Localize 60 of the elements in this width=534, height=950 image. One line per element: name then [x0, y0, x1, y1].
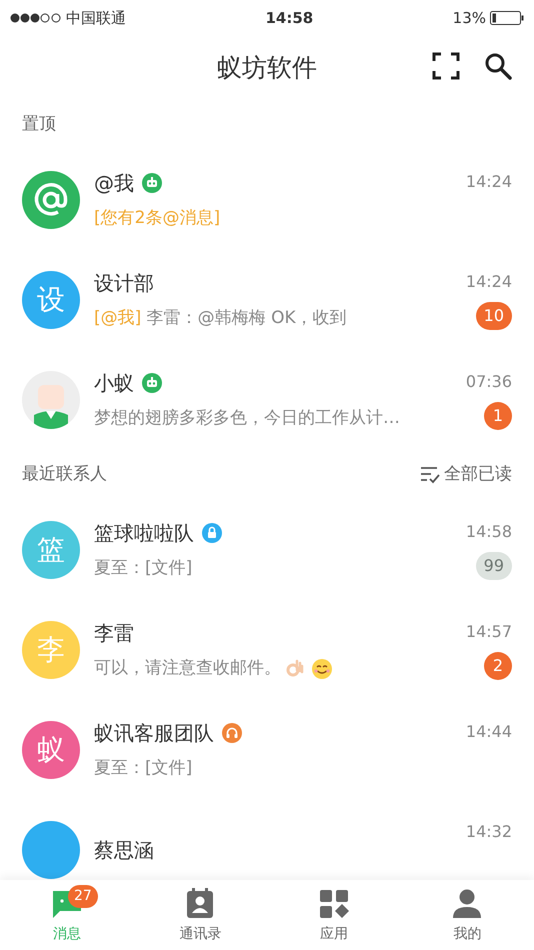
- message-time: 14:57: [466, 621, 512, 643]
- chat-item[interactable]: 篮 篮球啦啦队 夏至：[文件] 14:58 99: [0, 500, 534, 600]
- section-title: 最近联系人: [22, 463, 107, 486]
- message-preview: [您有2条@消息]: [94, 207, 220, 230]
- message-time: 14:24: [466, 171, 512, 193]
- apps-icon: [318, 888, 350, 920]
- tab-item[interactable]: 通讯录: [134, 880, 267, 950]
- smile-icon: [311, 658, 333, 680]
- message-time: 14:44: [466, 721, 512, 743]
- scan-icon: [432, 52, 460, 80]
- contact-name: 蚁讯客服团队: [94, 720, 214, 748]
- tab-item[interactable]: 我的: [400, 880, 534, 950]
- tab-item[interactable]: 应用: [267, 880, 400, 950]
- contact-name: 设计部: [94, 270, 154, 298]
- message-preview: 梦想的翅膀多彩多色，今日的工作从计…: [94, 407, 400, 430]
- message-time: 07:36: [466, 371, 512, 393]
- message-time: 14:32: [466, 821, 512, 843]
- list-check-icon: [420, 466, 440, 484]
- avatar: 设: [22, 271, 80, 329]
- chat-item[interactable]: 设 设计部 [@我] 李雷：@韩梅梅 OK，收到 14:24 10: [0, 250, 534, 350]
- unread-count: 2: [484, 652, 512, 680]
- chat-item[interactable]: 蔡思涵 14:32: [0, 800, 534, 880]
- lock-icon: [202, 523, 222, 544]
- search-button[interactable]: [484, 52, 512, 80]
- app-title: 蚁坊软件: [217, 52, 317, 84]
- contact-name: 蔡思涵: [94, 837, 154, 864]
- search-icon: [484, 52, 512, 80]
- battery-icon: [490, 11, 524, 25]
- carrier-name: 中国联通: [66, 8, 126, 29]
- chat-item[interactable]: 小蚁 梦想的翅膀多彩多色，今日的工作从计… 07:36 1: [0, 350, 534, 450]
- message-preview: 夏至：[文件]: [94, 557, 192, 580]
- robot-icon: [142, 173, 162, 194]
- scan-button[interactable]: [432, 52, 460, 80]
- message-time: 14:24: [466, 271, 512, 293]
- robot-icon: [142, 373, 162, 394]
- section-title: 置顶: [22, 113, 56, 136]
- message-preview: 夏至：[文件]: [94, 757, 192, 780]
- chat-item[interactable]: 蚁 蚁讯客服团队 夏至：[文件] 14:44: [0, 700, 534, 800]
- chat-item[interactable]: @我 [您有2条@消息] 14:24: [0, 150, 534, 250]
- contact-name: 李雷: [94, 620, 134, 648]
- headset-icon: [222, 723, 242, 744]
- person-icon: [451, 888, 484, 920]
- battery-percent: 13%: [452, 8, 486, 29]
- mark-all-read-button[interactable]: 全部已读: [420, 462, 512, 488]
- chat-item[interactable]: 李 李雷 可以，请注意查收邮件。 14:57 2: [0, 600, 534, 700]
- avatar: 李: [22, 621, 80, 679]
- avatar: 蚁: [22, 721, 80, 779]
- avatar: 篮: [22, 521, 80, 579]
- unread-badge: 27: [68, 885, 98, 908]
- message-preview: [@我] 李雷：@韩梅梅 OK，收到: [94, 307, 347, 330]
- contact-name: 篮球啦啦队: [94, 520, 194, 548]
- contact-name: @我: [94, 170, 134, 198]
- unread-count: 10: [476, 302, 512, 330]
- clock: 14:58: [264, 8, 314, 29]
- unread-count: 99: [476, 552, 512, 580]
- message-preview: 可以，请注意查收邮件。: [94, 657, 281, 680]
- unread-count: 1: [484, 402, 512, 430]
- message-time: 14:58: [466, 521, 512, 543]
- signal-icon: [10, 12, 62, 24]
- contact-name: 小蚁: [94, 370, 134, 398]
